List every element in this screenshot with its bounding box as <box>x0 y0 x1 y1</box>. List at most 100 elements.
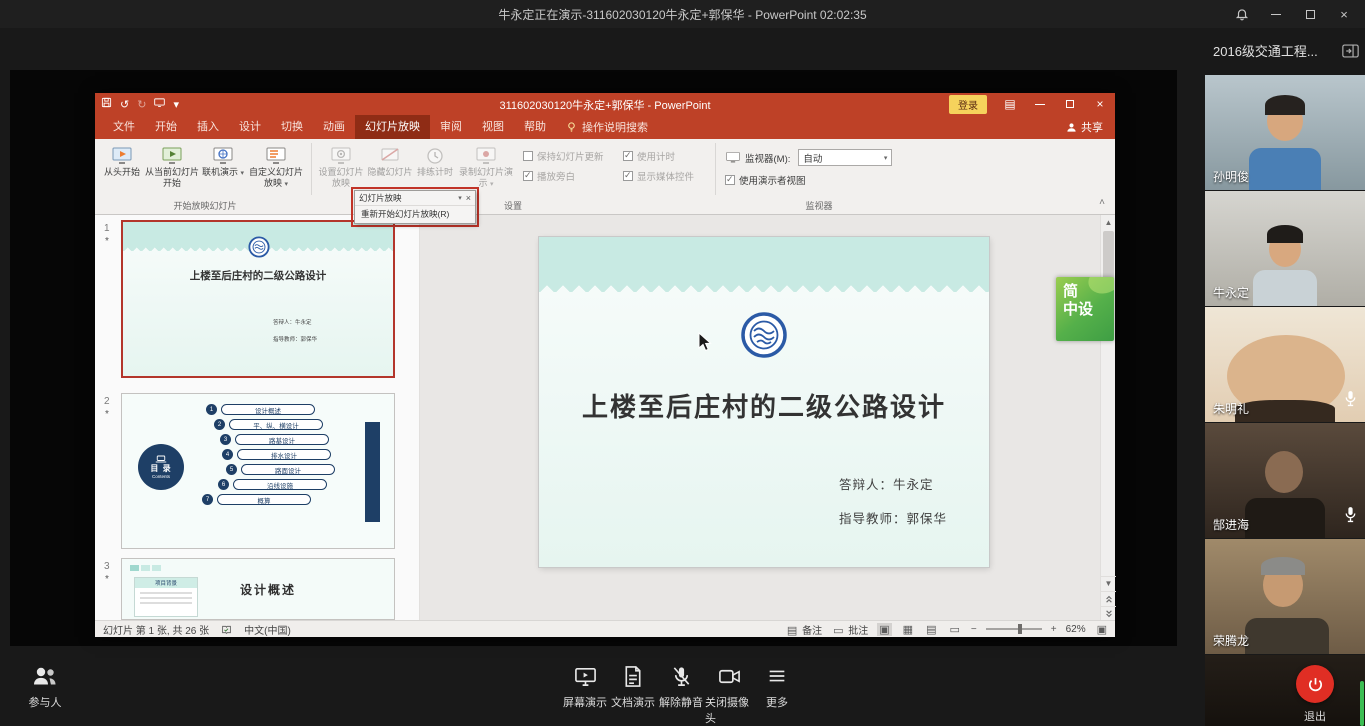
power-icon <box>1307 676 1324 693</box>
group-label-start: 开始放映幻灯片 <box>99 199 311 212</box>
participant-tile[interactable]: 荣腾龙 <box>1205 539 1365 654</box>
more-button[interactable]: 更多 <box>753 664 801 726</box>
slide-canvas[interactable]: 上楼至后庄村的二级公路设计 答辩人：牛永定 指导教师：郭保华 <box>420 215 1100 620</box>
ribbon: 从头开始 从当前幻灯片开始 联机演示 ▾ 自定义幻灯片放映 ▾ <box>95 139 1115 215</box>
slide-band <box>539 237 989 279</box>
current-slide[interactable]: 上楼至后庄村的二级公路设计 答辩人：牛永定 指导教师：郭保华 <box>539 237 989 567</box>
sidebar-header: 2016级交通工程... <box>1213 41 1359 60</box>
reading-view-icon[interactable]: ▤ <box>924 623 938 636</box>
participant-tile-partial[interactable] <box>1205 655 1365 726</box>
camera-off-button[interactable]: 关闭摄像头 <box>705 664 753 726</box>
minimize-button[interactable] <box>1267 5 1285 23</box>
participant-body <box>1249 148 1321 190</box>
participant-name: 荣腾龙 <box>1213 632 1249 649</box>
login-button[interactable]: 登录 <box>949 95 987 114</box>
ribbon-display-options-icon[interactable]: ▤ <box>995 93 1025 115</box>
presenter-view-checkbox[interactable]: 使用演示者视图 <box>725 173 806 187</box>
participant-name: 孙明俊 <box>1213 168 1249 185</box>
tab-design[interactable]: 设计 <box>229 115 271 139</box>
from-beginning-button[interactable]: 从头开始 <box>99 141 145 195</box>
zoom-slider-thumb[interactable] <box>1018 624 1022 634</box>
screen-share-button[interactable]: 屏幕演示 <box>561 664 609 726</box>
restore-button[interactable] <box>1301 5 1319 23</box>
participant-tile[interactable]: 郜进海 <box>1205 423 1365 538</box>
show-media-controls-checkbox[interactable]: 显示媒体控件 <box>623 169 694 183</box>
tab-animations[interactable]: 动画 <box>313 115 355 139</box>
ppt-close-button[interactable]: × <box>1085 93 1115 115</box>
tab-help[interactable]: 帮助 <box>514 115 556 139</box>
participant-face <box>1265 451 1303 493</box>
person-icon <box>1066 122 1077 133</box>
tab-view[interactable]: 视图 <box>472 115 514 139</box>
tab-review[interactable]: 审阅 <box>430 115 472 139</box>
ribbon-tab-bar: 文件 开始 插入 设计 切换 动画 幻灯片放映 审阅 视图 帮助 操作说明搜索 <box>95 115 1115 139</box>
present-online-button[interactable]: 联机演示 ▾ <box>199 141 247 195</box>
monitor-label: 监视器(M): <box>745 151 790 165</box>
participant-name: 朱明礼 <box>1213 400 1249 417</box>
participant-tile[interactable]: 朱明礼 <box>1205 307 1365 422</box>
unmute-button[interactable]: 解除静音 <box>657 664 705 726</box>
document-share-button[interactable]: 文档演示 <box>609 664 657 726</box>
zoom-out-icon[interactable]: − <box>971 624 977 635</box>
scroll-down-icon[interactable]: ▼ <box>1101 576 1116 590</box>
use-timings-checkbox[interactable]: 使用计时 <box>623 149 675 163</box>
custom-slideshow-button[interactable]: 自定义幻灯片放映 ▾ <box>247 141 305 195</box>
tab-insert[interactable]: 插入 <box>187 115 229 139</box>
sidebar-scrollbar[interactable] <box>1360 681 1364 726</box>
previous-slide-icon[interactable] <box>1101 591 1116 605</box>
toc-list: 1设计概述 2平、纵、横设计 3路基设计 4排水设计 5路面设计 6沿线设施 7… <box>200 404 335 509</box>
participant-hair <box>1265 95 1305 115</box>
slide-sorter-view-icon[interactable]: ▦ <box>901 623 915 636</box>
collapse-panel-icon[interactable] <box>1342 44 1359 58</box>
canvas-scrollbar[interactable]: ▲ ▼ <box>1100 215 1115 620</box>
exit-meeting-button[interactable] <box>1296 665 1334 703</box>
slide-thumbnail-1[interactable]: 上楼至后庄村的二级公路设计 答辩人：牛永定 指导教师：郭保华 <box>121 220 395 378</box>
zoom-in-icon[interactable]: + <box>1051 624 1057 635</box>
next-slide-icon[interactable] <box>1101 606 1116 620</box>
share-button[interactable]: 共享 <box>1066 115 1103 139</box>
microphone-icon <box>1344 506 1357 528</box>
participant-tile[interactable]: 孙明俊 <box>1205 75 1365 190</box>
tab-home[interactable]: 开始 <box>145 115 187 139</box>
normal-view-icon[interactable]: ▣ <box>877 623 891 636</box>
monitor-dropdown[interactable]: 自动 ▾ <box>798 149 892 166</box>
collapse-ribbon-icon[interactable]: ˄ <box>1099 197 1105 208</box>
document-icon <box>623 664 643 688</box>
scroll-up-icon[interactable]: ▲ <box>1101 215 1116 229</box>
zoom-level[interactable]: 62% <box>1066 624 1086 635</box>
close-button[interactable]: × <box>1335 5 1353 23</box>
participants-button[interactable]: 参与人 <box>21 664 69 710</box>
tab-slideshow[interactable]: 幻灯片放映 <box>355 115 430 139</box>
comments-icon: ▭ <box>831 625 845 637</box>
restart-slideshow-item[interactable]: 重新开始幻灯片放映(R) <box>355 206 475 223</box>
proofing-icon[interactable] <box>221 624 232 635</box>
dropdown-caret-icon: ▾ <box>285 181 289 188</box>
slide-thumbnail-2[interactable]: 目 录 Contents 1设计概述 2平、纵、横设计 3路基设计 4排水设计 … <box>121 393 395 549</box>
notes-button[interactable]: ▤ 备注 <box>785 622 822 637</box>
slideshow-view-icon[interactable]: ▭ <box>947 623 961 636</box>
play-narrations-checkbox[interactable]: 播放旁白 <box>523 169 575 183</box>
dropdown-caret-icon: ▾ <box>884 154 888 162</box>
university-logo <box>248 236 270 258</box>
meeting-title: 牛永定正在演示-311602030120牛永定+郭保华 - PowerPoint… <box>0 6 1365 23</box>
ppt-restore-button[interactable] <box>1055 93 1085 115</box>
from-current-slide-button[interactable]: 从当前幻灯片开始 <box>145 141 199 195</box>
ppt-minimize-button[interactable] <box>1025 93 1055 115</box>
participant-tile[interactable]: 牛永定 <box>1205 191 1365 306</box>
dropdown-caret-icon[interactable]: ▾ <box>458 194 462 202</box>
fit-to-window-icon[interactable]: ▣ <box>1095 623 1109 636</box>
screen-share-icon <box>574 664 597 688</box>
notification-bell-icon[interactable] <box>1233 5 1251 23</box>
tab-transitions[interactable]: 切换 <box>271 115 313 139</box>
language-status[interactable]: 中文(中国) <box>244 622 291 637</box>
comments-button[interactable]: ▭ 批注 <box>831 622 868 637</box>
tell-me-search[interactable]: 操作说明搜索 <box>566 115 648 139</box>
tab-file[interactable]: 文件 <box>103 115 145 139</box>
dropdown-caret-icon: ▾ <box>490 181 494 188</box>
close-toolbar-icon[interactable]: × <box>466 193 471 203</box>
slide-thumbnail-3[interactable]: 项目背景 设计概述 <box>121 558 395 620</box>
annotation-highlight-box: 幻灯片放映 ▾ × 重新开始幻灯片放映(R) <box>351 187 479 227</box>
exit-meeting-label: 退出 <box>1296 708 1334 724</box>
keep-slides-updated-checkbox[interactable]: 保持幻灯片更新 <box>523 149 604 163</box>
zoom-slider[interactable] <box>986 628 1042 630</box>
